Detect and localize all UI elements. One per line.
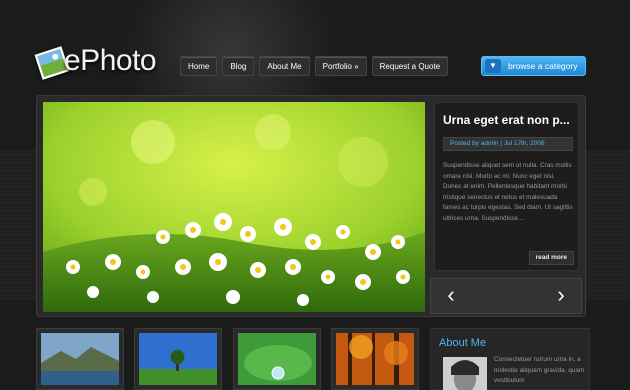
nav-item-home[interactable]: Home [180,56,218,76]
daisy-meadow-image [43,102,425,312]
thumbnail-coast[interactable] [36,328,124,390]
chevron-left-icon[interactable]: ‹ [433,279,469,313]
logo-text: ePhoto [64,44,157,77]
read-more-button[interactable]: read more [528,251,574,265]
post-meta: Posted by admin | Jul 17th, 2008 [443,137,573,151]
leaf-drop-image [238,333,316,385]
nav-item-about-me[interactable]: About Me [259,56,310,76]
site-logo[interactable]: ePhoto [34,44,168,84]
avatar [443,357,487,390]
about-me-title: About Me [439,337,487,349]
featured-post-summary: Urna eget erat non p... Posted by admin … [434,102,579,271]
nav-item-request-quote[interactable]: Request a Quote [371,56,449,76]
browse-category-button[interactable]: ▼ browse a category [481,56,586,76]
post-title[interactable]: Urna eget erat non p... [443,113,570,127]
chevron-right-icon[interactable]: › [543,279,579,313]
chevron-down-icon: ▼ [485,59,501,73]
main-nav: Home Blog About Me Portfolio » Request a… [180,56,449,76]
featured-image[interactable] [43,102,425,312]
slider-controls: ‹ › [430,278,582,314]
about-me-text: Consectetuer rutrum urna in, a molestie … [494,356,585,384]
tree-image [139,333,217,385]
thumbnail-autumn-forest[interactable] [331,328,419,390]
thumbnail-leaf-drop[interactable] [233,328,321,390]
thumbnail-tree[interactable] [134,328,222,390]
nav-item-portfolio[interactable]: Portfolio » [314,56,367,76]
coast-image [41,333,119,385]
nav-item-blog[interactable]: Blog [222,56,255,76]
featured-panel: Urna eget erat non p... Posted by admin … [36,95,586,317]
about-me-widget: About Me Consectetuer rutrum urna in, a … [430,328,590,390]
browse-label: browse a category [508,61,578,71]
post-excerpt: Suspendisse aliquet sem ut nulla. Cras m… [443,162,573,222]
autumn-forest-image [336,333,414,385]
